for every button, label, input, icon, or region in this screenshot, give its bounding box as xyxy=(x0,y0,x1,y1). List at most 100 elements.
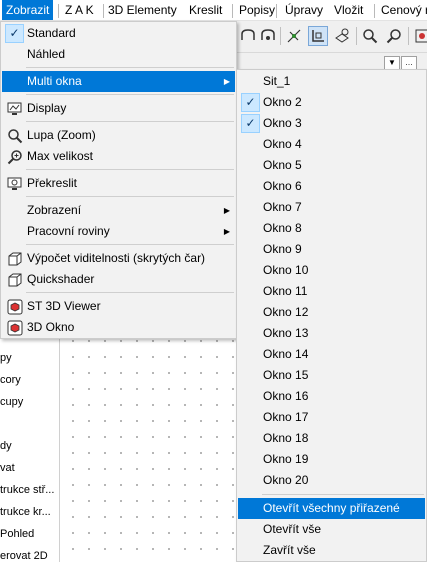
menu-item-prekreslit[interactable]: Překreslit xyxy=(2,173,235,194)
zoom-window-icon[interactable] xyxy=(238,26,258,46)
menu-item-label: Okno 11 xyxy=(263,284,308,298)
menu-separator xyxy=(26,244,234,245)
menu-item-label: Okno 13 xyxy=(263,326,309,340)
submenu-item-zavrit-vse[interactable]: Zavřít vše xyxy=(238,540,425,561)
submenu-item-okno-14[interactable]: Okno 14 xyxy=(238,344,425,365)
redraw-icon xyxy=(6,175,23,192)
menu-item-multi-okna[interactable]: Multi okna ▶ xyxy=(2,71,235,92)
menu-item-label: Quickshader xyxy=(27,272,95,286)
menu-zak[interactable]: Z A K xyxy=(61,0,98,20)
submenu-item-okno-15[interactable]: Okno 15 xyxy=(238,365,425,386)
menu-vlozit[interactable]: Vložit xyxy=(330,0,367,20)
search-icon[interactable] xyxy=(360,26,380,46)
menu-item-lupa[interactable]: Lupa (Zoom) xyxy=(2,125,235,146)
menu-item-quickshader[interactable]: Quickshader xyxy=(2,269,235,290)
menu-item-label: Display xyxy=(27,101,67,115)
menu-zobrazit[interactable]: Zobrazit xyxy=(2,0,54,20)
menu-item-label: 3D Okno xyxy=(27,320,75,334)
submenu-item-otevrit-vse[interactable]: Otevřít vše xyxy=(238,519,425,540)
more-icon[interactable]: … xyxy=(401,56,417,70)
submenu-item-okno-4[interactable]: Okno 4 xyxy=(238,134,425,155)
submenu-item-otevrit-vsechny-prirazene[interactable]: Otevřít všechny přiřazené xyxy=(238,498,425,519)
multi-okna-submenu: Sit_1 ✓ Okno 2 ✓ Okno 3 Okno 4 Okno 5 Ok… xyxy=(236,69,427,562)
snap-icon[interactable] xyxy=(284,26,304,46)
menu-item-nahled[interactable]: Náhled xyxy=(2,44,235,65)
menu-popisy[interactable]: Popisy xyxy=(235,0,279,20)
checkmark-icon: ✓ xyxy=(241,93,260,112)
submenu-item-okno-6[interactable]: Okno 6 xyxy=(238,176,425,197)
menu-upravy[interactable]: Úpravy xyxy=(281,0,327,20)
dropdown-arrow-icon[interactable]: ▼ xyxy=(384,56,400,70)
display-icon xyxy=(6,100,23,117)
menu-separator xyxy=(26,292,234,293)
left-panel-item[interactable]: cory xyxy=(0,370,60,390)
submenu-item-okno-3[interactable]: ✓ Okno 3 xyxy=(238,113,425,134)
submenu-item-okno-19[interactable]: Okno 19 xyxy=(238,449,425,470)
menu-item-label: ST 3D Viewer xyxy=(27,299,101,313)
menu-item-label: Překreslit xyxy=(27,176,78,190)
menu-separator xyxy=(276,4,277,18)
layer-icon[interactable] xyxy=(332,26,352,46)
menu-item-display[interactable]: Display xyxy=(2,98,235,119)
menu-item-label: Okno 16 xyxy=(263,389,309,403)
toolbar-separator xyxy=(356,27,357,45)
submenu-item-sit-1[interactable]: Sit_1 xyxy=(238,71,425,92)
left-panel-item[interactable]: trukce kr... xyxy=(0,502,60,522)
toolbar-separator xyxy=(408,27,409,45)
submenu-item-okno-5[interactable]: Okno 5 xyxy=(238,155,425,176)
submenu-item-okno-7[interactable]: Okno 7 xyxy=(238,197,425,218)
left-panel-item[interactable]: dy xyxy=(0,436,60,456)
left-panel-item[interactable]: erovat 2D xyxy=(0,546,60,562)
left-panel-item[interactable]: vat xyxy=(0,458,60,478)
submenu-item-okno-18[interactable]: Okno 18 xyxy=(238,428,425,449)
menu-cenovy[interactable]: Cenový r xyxy=(377,0,427,20)
menu-item-standard[interactable]: ✓ Standard xyxy=(2,23,235,44)
menu-item-vypocet-viditelnosti[interactable]: Výpočet viditelnosti (skrytých čar) xyxy=(2,248,235,269)
menu-item-label: Okno 15 xyxy=(263,368,309,382)
submenu-item-okno-8[interactable]: Okno 8 xyxy=(238,218,425,239)
submenu-arrow-icon: ▶ xyxy=(223,77,230,86)
submenu-arrow-icon: ▶ xyxy=(223,227,230,236)
menu-item-zobrazeni[interactable]: Zobrazení ▶ xyxy=(2,200,235,221)
submenu-item-okno-16[interactable]: Okno 16 xyxy=(238,386,425,407)
menu-item-label: Otevřít všechny přiřazené xyxy=(263,501,400,515)
submenu-item-okno-12[interactable]: Okno 12 xyxy=(238,302,425,323)
zoom-extents-icon[interactable] xyxy=(384,26,404,46)
menu-bar: Zobrazit Z A K 3D Elementy Kreslit Popis… xyxy=(0,0,427,21)
left-panel-item[interactable]: cupy xyxy=(0,392,60,412)
menu-item-pracovni-roviny[interactable]: Pracovní roviny ▶ xyxy=(2,221,235,242)
left-panel-item[interactable]: trukce stř... xyxy=(0,480,60,500)
zoom-extents-icon xyxy=(6,148,23,165)
submenu-item-okno-11[interactable]: Okno 11 xyxy=(238,281,425,302)
zoom-prev-icon[interactable] xyxy=(258,26,278,46)
menu-item-label: Okno 17 xyxy=(263,410,309,424)
menu-item-label: Max velikost xyxy=(27,149,94,163)
submenu-item-okno-13[interactable]: Okno 13 xyxy=(238,323,425,344)
menu-item-label: Okno 4 xyxy=(263,137,302,151)
menu-separator xyxy=(262,494,424,495)
menu-item-label: Okno 9 xyxy=(263,242,302,256)
settings-icon[interactable] xyxy=(412,26,427,46)
menu-item-label: Pracovní roviny xyxy=(27,224,110,238)
menu-item-st-3d-viewer[interactable]: ST 3D Viewer xyxy=(2,296,235,317)
menu-kreslit[interactable]: Kreslit xyxy=(185,0,226,20)
menu-item-label: Okno 19 xyxy=(263,452,309,466)
menu-item-label: Zobrazení xyxy=(27,203,82,217)
menu-item-max-velikost[interactable]: Max velikost xyxy=(2,146,235,167)
menu-item-label: Okno 2 xyxy=(263,95,302,109)
menu-separator xyxy=(26,196,234,197)
submenu-item-okno-10[interactable]: Okno 10 xyxy=(238,260,425,281)
submenu-item-okno-2[interactable]: ✓ Okno 2 xyxy=(238,92,425,113)
menu-3d-elementy[interactable]: 3D Elementy xyxy=(104,0,181,20)
left-panel-item[interactable]: Pohled xyxy=(0,524,60,544)
menu-item-label: Okno 3 xyxy=(263,116,302,130)
menu-item-3d-okno[interactable]: 3D Okno xyxy=(2,317,235,338)
magnifier-icon xyxy=(6,127,23,144)
checkmark-icon: ✓ xyxy=(5,24,24,43)
ortho-icon[interactable] xyxy=(308,26,328,46)
3d-viewer-icon xyxy=(6,298,23,315)
submenu-item-okno-17[interactable]: Okno 17 xyxy=(238,407,425,428)
left-panel-item[interactable]: py xyxy=(0,348,60,368)
submenu-item-okno-20[interactable]: Okno 20 xyxy=(238,470,425,491)
submenu-item-okno-9[interactable]: Okno 9 xyxy=(238,239,425,260)
